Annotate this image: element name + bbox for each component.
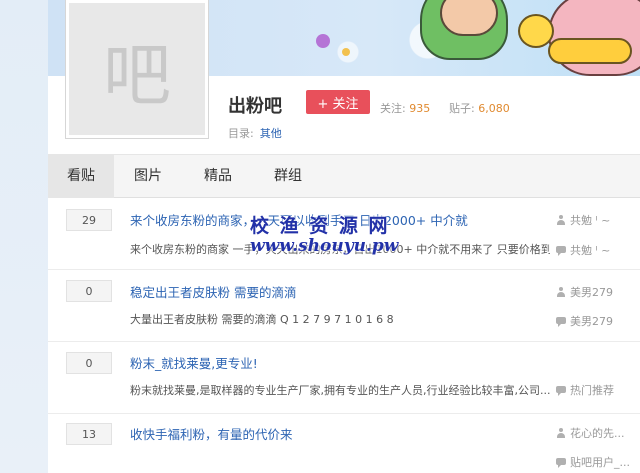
last-reply-name: 美男279 <box>570 315 613 328</box>
watermark-url: www.shouyu.pw <box>250 236 399 256</box>
reply-icon <box>556 316 566 327</box>
thread-title[interactable]: 收快手福利粉，有量的代价来 <box>130 424 293 443</box>
thread-item: 0 粉末_就找莱曼,更专业! 粉末就找莱曼,是取样器的专业生产厂家,拥有专业的生… <box>48 342 640 414</box>
author-icon <box>556 287 566 297</box>
reply-count: 0 <box>66 280 112 302</box>
author-name: 花心的先... <box>570 427 625 440</box>
directory-label: 目录: <box>228 127 254 140</box>
thread-item: 13 收快手福利粉，有量的代价来 花心的先... 贴吧用户_... <box>48 414 640 473</box>
thread-title[interactable]: 粉末_就找莱曼,更专业! <box>130 353 258 372</box>
forum-tabs: 看贴 图片 精品 群组 <box>48 154 640 198</box>
thread-author[interactable]: 共勉 ᑊ ~ <box>556 212 610 228</box>
forum-title[interactable]: 出粉吧 <box>228 92 282 118</box>
banner-cartoon-face <box>440 0 498 36</box>
banner-decoration-dot <box>342 48 350 56</box>
forum-avatar[interactable]: 吧 <box>66 0 208 138</box>
thread-title[interactable]: 稳定出王者皮肤粉 需要的滴滴 <box>130 282 296 301</box>
banner-rubber-duck <box>518 14 554 48</box>
author-icon <box>556 215 566 225</box>
post-count: 6,080 <box>478 102 510 115</box>
reply-icon <box>556 457 566 468</box>
thread-item: 0 稳定出王者皮肤粉 需要的滴滴 大量出王者皮肤粉 需要的滴滴 Q 1 2 7 … <box>48 270 640 342</box>
post-stat: 贴子: 6,080 <box>449 100 510 116</box>
tab-featured[interactable]: 精品 <box>190 155 246 198</box>
reply-icon <box>556 245 566 256</box>
promo-label: 热门推荐 <box>570 384 614 397</box>
follow-count: 935 <box>409 102 431 115</box>
banner-swim-ring <box>548 38 632 64</box>
follow-stat: 关注: 935 <box>380 100 430 116</box>
tab-posts[interactable]: 看贴 <box>48 155 114 198</box>
thread-last-reply[interactable]: 贴吧用户_... <box>556 454 630 470</box>
author-name: 美男279 <box>570 286 613 299</box>
author-icon <box>556 428 566 438</box>
page-background-left <box>0 0 48 473</box>
thread-abstract: 大量出王者皮肤粉 需要的滴滴 Q 1 2 7 9 7 1 0 1 6 8 <box>130 313 394 326</box>
follow-count-label: 关注: <box>380 102 406 115</box>
watermark-title: 校 渔 资 源 网 <box>250 215 390 237</box>
reply-count: 29 <box>66 209 112 231</box>
reply-count: 13 <box>66 423 112 445</box>
thread-author[interactable]: 美男279 <box>556 284 613 300</box>
directory-link[interactable]: 其他 <box>260 127 282 140</box>
reply-icon <box>556 385 566 396</box>
post-count-label: 贴子: <box>449 102 475 115</box>
forum-directory: 目录: 其他 <box>228 125 282 141</box>
thread-last-reply[interactable]: 共勉 ᑊ ~ <box>556 242 610 258</box>
thread-last-reply[interactable]: 美男279 <box>556 313 613 329</box>
last-reply-name: 共勉 ᑊ ~ <box>570 244 611 257</box>
forum-avatar-char: 吧 <box>102 36 171 116</box>
follow-button[interactable]: + 关注 <box>306 90 370 114</box>
last-reply-name: 贴吧用户_... <box>570 456 630 469</box>
banner-decoration-dot <box>316 34 330 48</box>
thread-abstract: 粉末就找莱曼,是取样器的专业生产厂家,拥有专业的生产人员,行业经验比较丰富,公司… <box>130 384 550 397</box>
tab-images[interactable]: 图片 <box>120 155 176 198</box>
tab-groups[interactable]: 群组 <box>260 155 316 198</box>
thread-promo-tag: 热门推荐 <box>556 382 614 398</box>
author-name: 共勉 ᑊ ~ <box>570 214 611 227</box>
thread-author[interactable]: 花心的先... <box>556 425 625 441</box>
reply-count: 0 <box>66 352 112 374</box>
